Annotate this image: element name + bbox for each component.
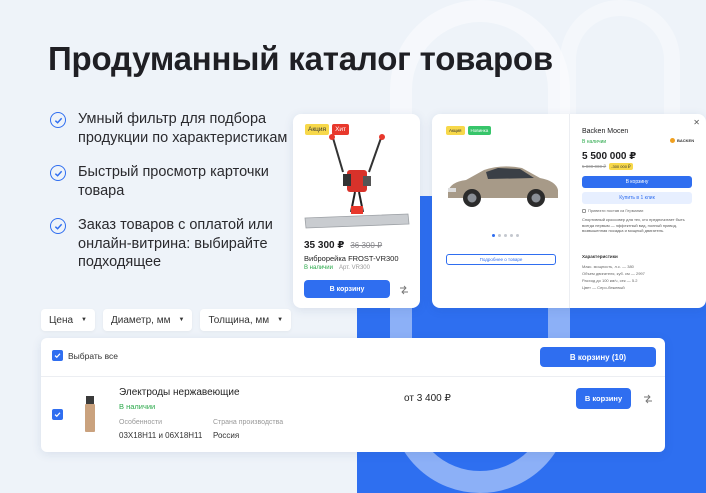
badges: Акция Новинка xyxy=(446,126,492,135)
add-to-cart-button[interactable]: В корзину xyxy=(582,176,692,188)
product-name[interactable]: Виброрейка FROST-VR300 xyxy=(304,254,399,263)
gallery-dot[interactable] xyxy=(510,234,513,237)
buy-one-click-button[interactable]: Купить в 1 клик xyxy=(582,192,692,204)
badge-sale: Акция xyxy=(305,124,330,135)
badge-new: Новинка xyxy=(467,126,492,135)
stock-status: В наличии xyxy=(582,139,607,145)
filter-diameter[interactable]: Диаметр, мм ▼ xyxy=(103,309,193,331)
add-to-cart-button[interactable]: В корзину xyxy=(304,280,390,298)
product-description: Спортивный кроссовер для тех, кто предпо… xyxy=(582,217,685,233)
gallery-dot[interactable] xyxy=(504,234,507,237)
option-checkbox[interactable] xyxy=(582,208,586,213)
add-to-cart-button[interactable]: В корзину xyxy=(576,388,631,409)
product-meta: В наличии Арт. VR300 xyxy=(304,265,370,271)
stock-status: В наличии xyxy=(304,265,334,271)
check-icon xyxy=(50,112,66,128)
old-price-row: 5 800 000 ₽ -300 000 ₽ xyxy=(582,163,633,170)
caret-down-icon: ▼ xyxy=(81,317,87,323)
feature-text: Быстрый просмотр карточки товара xyxy=(78,164,269,199)
badge-hit: Хит xyxy=(332,124,350,135)
feature-list: Умный фильтр для подбора продукции по ха… xyxy=(50,110,290,288)
gallery-dot[interactable] xyxy=(516,234,519,237)
car-image xyxy=(448,166,558,207)
check-icon xyxy=(50,165,66,181)
gallery-dot[interactable] xyxy=(498,234,501,237)
compare-icon[interactable] xyxy=(399,285,409,295)
close-icon[interactable]: ✕ xyxy=(693,118,700,127)
gallery-dots[interactable] xyxy=(492,234,519,237)
feature-item: Быстрый просмотр карточки товара xyxy=(50,163,290,200)
product-price: 5 500 000 ₽ xyxy=(582,151,637,162)
filter-bar: Цена ▼ Диаметр, мм ▼ Толщина, мм ▼ xyxy=(41,309,292,331)
spec-item: Расход до 100 км/ч, сек — 5.2 xyxy=(582,278,638,283)
brand-logo: BACKEN xyxy=(670,138,694,143)
country-value: Россия xyxy=(213,431,240,440)
row-checkbox[interactable] xyxy=(52,409,63,420)
page-title: Продуманный каталог товаров xyxy=(48,40,553,77)
select-all-checkbox[interactable] xyxy=(52,350,63,361)
select-all-label: Выбрать все xyxy=(68,350,118,361)
feature-item: Заказ товаров с оплатой или онлайн-витри… xyxy=(50,216,290,272)
product-name[interactable]: Электроды нержавеющие xyxy=(119,387,240,398)
vibro-screed-image xyxy=(304,134,410,229)
filter-price[interactable]: Цена ▼ xyxy=(41,309,95,331)
quick-view-modal: Акция Новинка Подробнее о товаре ✕ Backe… xyxy=(432,114,706,308)
gallery-dot[interactable] xyxy=(492,234,495,237)
discount-badge: -300 000 ₽ xyxy=(609,163,633,170)
product-title: Backen Mocen xyxy=(582,128,629,135)
feature-text: Заказ товаров с оплатой или онлайн-витри… xyxy=(78,217,273,270)
add-selected-to-cart-button[interactable]: В корзину (10) xyxy=(540,347,656,367)
option-label: Привезти постав из Германии xyxy=(588,208,644,213)
spec-item: Макс. мощность, л.с. — 380 xyxy=(582,264,634,269)
specs-title: Характеристики xyxy=(582,254,618,259)
country-label: Страна производства xyxy=(213,419,284,426)
filter-label: Диаметр, мм xyxy=(111,314,171,326)
feature-item: Умный фильтр для подбора продукции по ха… xyxy=(50,110,290,147)
electrode-image xyxy=(85,396,95,432)
product-sku: Арт. VR300 xyxy=(339,265,370,271)
filter-label: Толщина, мм xyxy=(208,314,270,326)
brand-logo-text: BACKEN xyxy=(677,138,695,143)
product-price: 35 300 ₽ xyxy=(304,240,345,251)
badge-sale: Акция xyxy=(446,126,465,135)
spec-item: Объем двигателя, куб. см — 2997 xyxy=(582,271,645,276)
spec-item: Цвет — Серо-бежевый xyxy=(582,285,625,290)
brand-logo-icon xyxy=(670,138,675,143)
caret-down-icon: ▼ xyxy=(277,317,284,323)
select-all[interactable]: Выбрать все xyxy=(52,350,118,361)
product-old-price: 5 800 000 ₽ xyxy=(582,163,607,169)
caret-down-icon: ▼ xyxy=(178,317,185,323)
stock-status: В наличии xyxy=(119,402,156,411)
feature-text: Умный фильтр для подбора продукции по ха… xyxy=(78,111,288,146)
more-details-button[interactable]: Подробнее о товаре xyxy=(446,254,556,265)
product-price: от 3 400 ₽ xyxy=(404,393,451,404)
filter-label: Цена xyxy=(49,314,74,326)
compare-icon[interactable] xyxy=(643,394,653,404)
badges: Акция Хит xyxy=(305,124,350,135)
checkbox-checked-icon[interactable] xyxy=(52,409,63,420)
product-old-price: 36 300 ₽ xyxy=(350,241,383,250)
filter-thickness[interactable]: Толщина, мм ▼ xyxy=(200,309,292,331)
price-row: 35 300 ₽ 36 300 ₽ xyxy=(304,240,382,251)
check-icon xyxy=(50,218,66,234)
product-list: Выбрать все В корзину (10) Электроды нер… xyxy=(41,338,665,452)
delivery-option[interactable]: Привезти постав из Германии xyxy=(582,208,643,213)
product-card[interactable]: Акция Хит 35 300 ₽ 36 300 ₽ Виброрейка F… xyxy=(293,114,420,308)
feature-label: Особенности xyxy=(119,419,162,426)
quick-view-gallery: Акция Новинка Подробнее о товаре xyxy=(432,114,570,308)
divider xyxy=(41,376,665,377)
specs-list: Макс. мощность, л.с. — 380 Объем двигате… xyxy=(582,263,692,291)
feature-value: 03Х18Н11 и 06Х18Н11 xyxy=(119,431,203,440)
